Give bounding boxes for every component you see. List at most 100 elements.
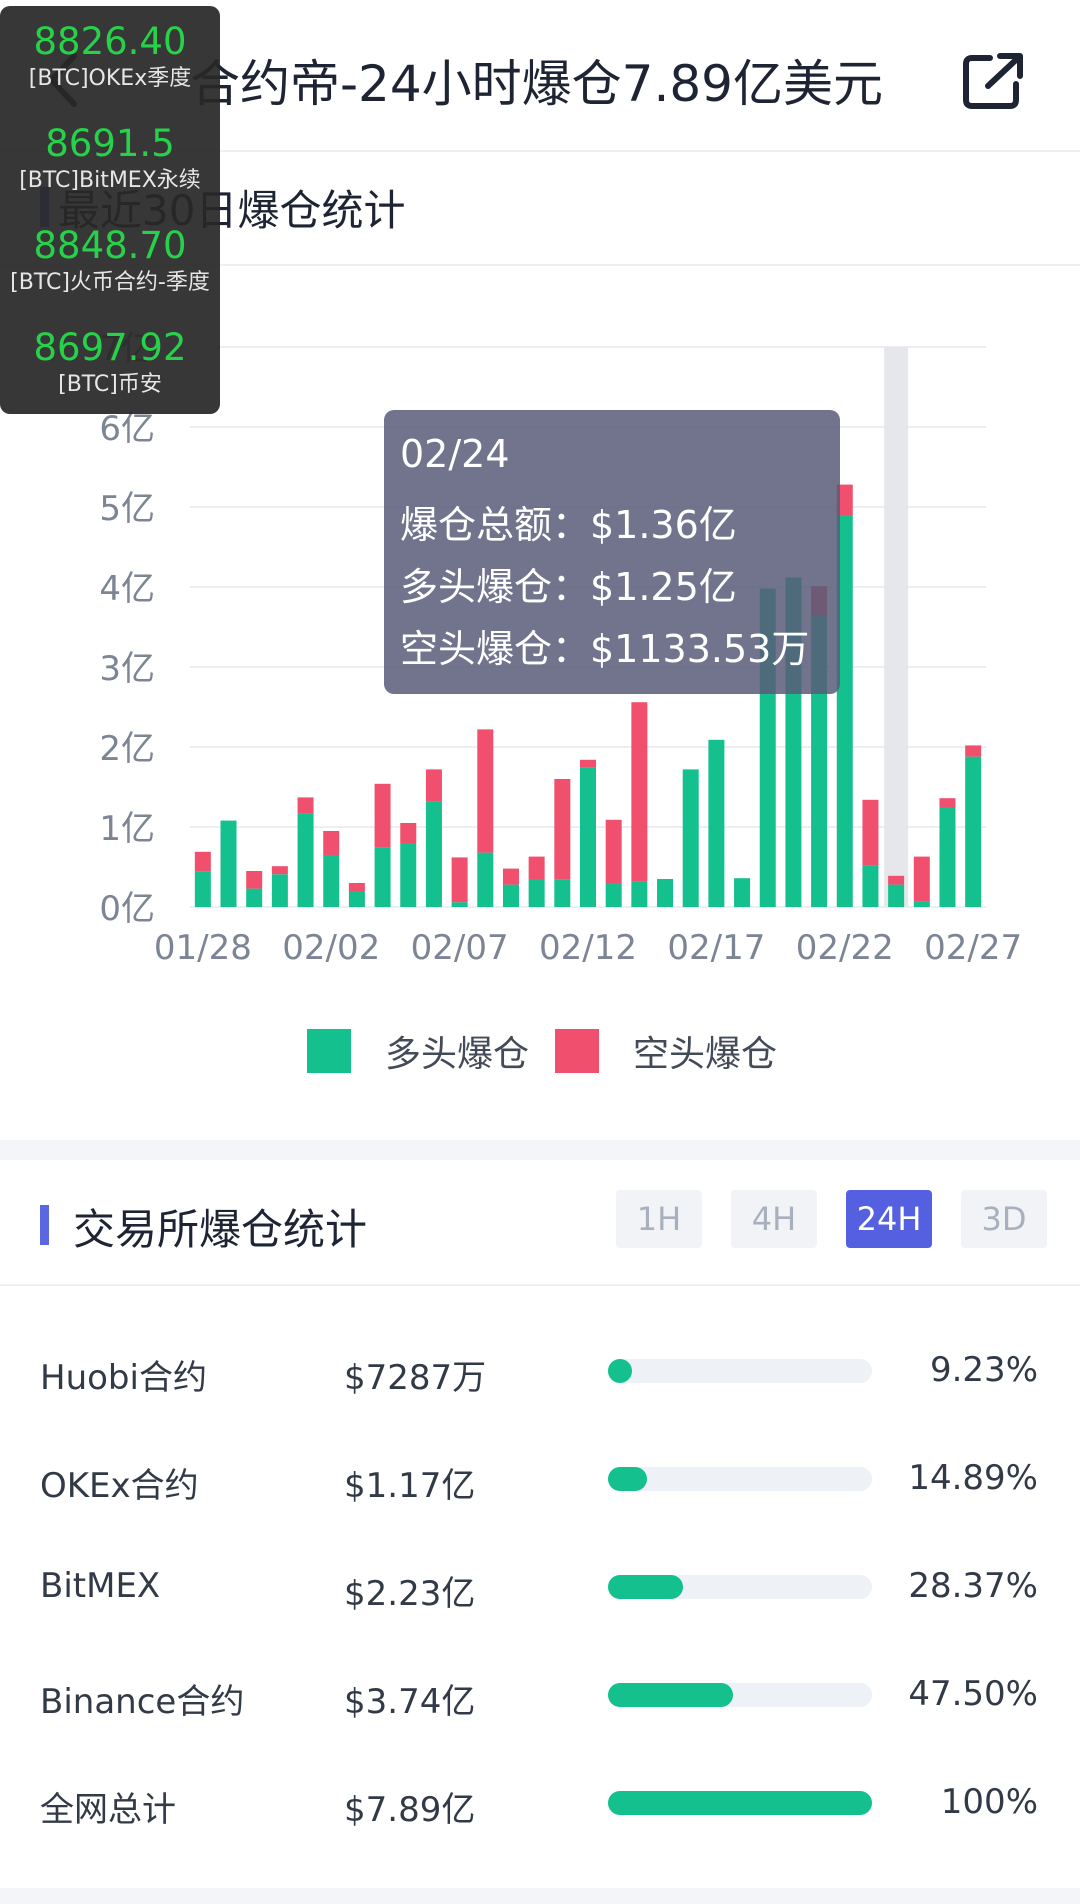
exchange-row: OKEx合约 $1.17亿 14.89%	[0, 1450, 1080, 1510]
bar-long	[425, 801, 442, 907]
exchange-progress-track	[608, 1467, 872, 1491]
exchange-amount: $3.74亿	[344, 1682, 476, 1722]
bar-long	[657, 879, 674, 907]
exchange-progress-track	[608, 1683, 872, 1707]
bar-long	[580, 767, 596, 907]
bar-short	[451, 857, 468, 903]
exchange-row: Binance合约 $3.74亿 47.50%	[0, 1666, 1080, 1726]
bar-short	[913, 856, 930, 902]
exchange-amount: $1.17亿	[344, 1466, 476, 1506]
bar-long	[862, 865, 879, 907]
ticker-item: 8848.70 [BTC]火币合约-季度	[0, 224, 220, 298]
exchange-percent: 28.37%	[908, 1566, 1038, 1606]
price-ticker-overlay[interactable]: 8826.40 [BTC]OKEx季度 8691.5 [BTC]BitMEX永续…	[0, 6, 220, 414]
exchange-percent: 14.89%	[908, 1458, 1038, 1498]
bar-short	[862, 799, 879, 866]
x-tick-label: 02/17	[667, 928, 765, 968]
bar-long	[297, 813, 314, 907]
exchange-amount: $2.23亿	[344, 1574, 476, 1614]
bar-long	[554, 879, 571, 907]
bar-long	[605, 883, 622, 907]
exchange-row: Huobi合约 $7287万 9.23%	[0, 1342, 1080, 1402]
bar-long	[220, 820, 237, 907]
bar-long	[631, 881, 648, 907]
y-tick-label: 3亿	[99, 649, 155, 689]
bar-long	[502, 884, 519, 907]
section-divider	[0, 1140, 1080, 1160]
bar-long	[528, 879, 545, 907]
chart-legend: 多头爆仓 空头爆仓	[0, 1025, 1080, 1077]
bar-short	[965, 745, 982, 757]
bar-long	[682, 769, 699, 907]
x-tick-label: 02/07	[411, 928, 509, 968]
tab-4h[interactable]: 4H	[731, 1190, 817, 1248]
ticker-price: 8848.70	[33, 224, 187, 267]
ticker-name: [BTC]火币合约-季度	[10, 270, 210, 295]
exchange-progress-fill	[608, 1683, 734, 1707]
tab-24h[interactable]: 24H	[846, 1190, 932, 1248]
legend-long[interactable]: 多头爆仓	[307, 1025, 529, 1077]
bar-short	[348, 883, 365, 891]
exchange-amount: $7287万	[344, 1358, 487, 1398]
bar-short	[580, 759, 596, 768]
exchange-row-total: 全网总计 $7.89亿 100%	[0, 1774, 1080, 1834]
bar-short	[528, 856, 545, 879]
bar-long	[348, 891, 365, 907]
exchange-percent: 9.23%	[929, 1350, 1038, 1390]
exchange-section-header: 交易所爆仓统计 1H 4H 24H 3D	[0, 1160, 1080, 1286]
bar-short	[400, 823, 417, 843]
ticker-price: 8826.40	[33, 20, 187, 63]
bar-short	[425, 769, 442, 802]
tab-3d[interactable]: 3D	[961, 1190, 1047, 1248]
page-title: 合约帝-24小时爆仓7.89亿美元	[190, 55, 883, 113]
bar-short	[502, 868, 519, 885]
exchange-name: BitMEX	[40, 1566, 161, 1606]
bottom-strip	[0, 1888, 1080, 1904]
exchange-progress-fill	[608, 1575, 683, 1599]
legend-long-label: 多头爆仓	[385, 1034, 530, 1075]
x-tick-label: 02/22	[796, 928, 894, 968]
y-tick-label: 5亿	[99, 489, 155, 529]
bar-long	[194, 871, 211, 907]
bar-long	[708, 739, 725, 907]
bar-short	[939, 798, 956, 807]
chart-tooltip: 02/24 爆仓总额：$1.36亿 多头爆仓：$1.25亿 空头爆仓：$1133…	[384, 410, 840, 694]
exchange-name: OKEx合约	[40, 1466, 199, 1506]
tooltip-total: 爆仓总额：$1.36亿	[400, 503, 737, 547]
x-tick-label: 02/12	[539, 928, 637, 968]
x-tick-label: 01/28	[154, 928, 252, 968]
bar-short	[374, 783, 391, 848]
exchange-progress-fill	[608, 1359, 633, 1383]
y-tick-label: 2亿	[99, 729, 155, 769]
tab-1h[interactable]: 1H	[616, 1190, 702, 1248]
share-icon[interactable]	[960, 50, 1026, 112]
bar-long	[400, 843, 417, 907]
ticker-item: 8697.92 [BTC]币安	[0, 326, 220, 400]
exchange-percent: 100%	[940, 1782, 1038, 1822]
exchange-progress-track	[608, 1359, 872, 1383]
tooltip-date: 02/24	[400, 432, 510, 476]
exchange-amount: $7.89亿	[344, 1790, 476, 1830]
tooltip-short: 空头爆仓：$1133.53万	[400, 627, 810, 671]
y-tick-label: 6亿	[99, 409, 155, 449]
bar-short	[297, 797, 314, 814]
exchange-progress-track	[608, 1791, 872, 1815]
bar-long	[246, 888, 263, 907]
y-tick-label: 4亿	[99, 569, 155, 609]
legend-long-swatch	[307, 1029, 351, 1073]
bar-short	[605, 819, 622, 883]
y-tick-label: 0亿	[99, 889, 155, 929]
bar-long	[913, 901, 930, 907]
bar-short	[194, 851, 211, 872]
bar-short	[246, 871, 263, 889]
bar-long	[271, 874, 288, 907]
bar-long	[939, 807, 956, 907]
ticker-price: 8697.92	[33, 326, 187, 369]
legend-short-swatch	[555, 1029, 599, 1073]
ticker-name: [BTC]币安	[58, 372, 162, 397]
exchange-progress-fill	[608, 1467, 648, 1491]
legend-short[interactable]: 空头爆仓	[555, 1025, 777, 1077]
bar-long	[374, 847, 391, 907]
exchange-name: Binance合约	[40, 1682, 245, 1722]
bar-long	[451, 902, 468, 907]
